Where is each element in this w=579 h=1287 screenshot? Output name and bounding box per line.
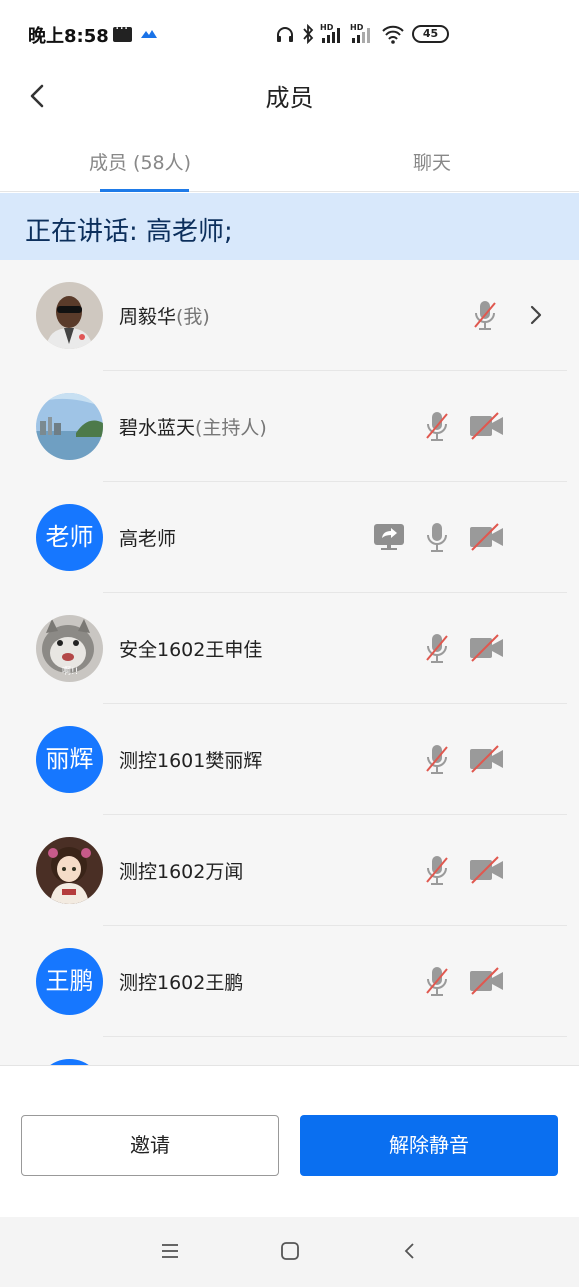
system-navigation-bar (0, 1217, 579, 1287)
headphones-icon (277, 27, 293, 42)
avatar: 王鹏 (36, 948, 103, 1015)
camera-off-icon[interactable] (468, 409, 504, 443)
camera-off-icon[interactable] (468, 853, 504, 887)
chevron-right-icon[interactable] (525, 302, 547, 328)
member-name: 高老师 (119, 528, 177, 550)
member-list[interactable]: 周毅华(我) 碧水蓝天(主持人) 老师 高老师 啊!! 安全1602王申佳 丽辉… (0, 260, 579, 1065)
avatar (36, 393, 103, 460)
svg-text:HD: HD (350, 23, 364, 32)
avatar (36, 837, 103, 904)
message-icon (113, 21, 132, 42)
member-name: 测控1601樊丽辉 (119, 750, 263, 772)
invite-button[interactable]: 邀请 (21, 1115, 279, 1176)
speaking-text: 正在讲话: 高老师; (25, 217, 233, 247)
camera-off-icon[interactable] (468, 964, 504, 998)
svg-text:HD: HD (320, 23, 334, 32)
menu-icon[interactable] (160, 1241, 180, 1261)
bottom-action-bar: 邀请 解除静音 (0, 1065, 579, 1217)
mic-muted-icon[interactable] (419, 742, 455, 776)
status-bar: 晚上8:58 HD HD 45 (0, 0, 579, 68)
bluetooth-icon (303, 24, 314, 44)
home-icon[interactable] (280, 1241, 300, 1261)
member-row[interactable]: 啊!! 安全1602王申佳 (0, 593, 579, 704)
wifi-icon (382, 25, 404, 44)
camera-off-icon[interactable] (468, 742, 504, 776)
avatar-caption: 啊!! (62, 667, 79, 677)
back-icon[interactable] (400, 1241, 420, 1261)
member-name: 测控1602王鹏 (119, 972, 244, 994)
member-row[interactable]: 周毅华(我) (0, 260, 579, 371)
avatar: 老师 (36, 504, 103, 571)
mic-muted-icon[interactable] (419, 853, 455, 887)
member-row[interactable]: 老师 高老师 (0, 482, 579, 593)
avatar: 丽辉 (36, 726, 103, 793)
mic-muted-icon[interactable] (419, 631, 455, 665)
hd-signal-icon: HD (320, 23, 340, 43)
avatar: 啊!! (36, 615, 103, 682)
member-row[interactable]: 丽辉 测控1601樊丽辉 (0, 704, 579, 815)
tab-chat[interactable]: 聊天 (413, 148, 451, 175)
active-tab-indicator (100, 189, 189, 192)
mic-muted-icon[interactable] (467, 298, 503, 332)
unmute-button[interactable]: 解除静音 (300, 1115, 558, 1176)
mic-muted-icon[interactable] (419, 409, 455, 443)
avatar (36, 282, 103, 349)
hd-signal-icon: HD (350, 23, 370, 43)
camera-off-icon[interactable] (468, 631, 504, 665)
battery-icon: 45 (412, 25, 449, 43)
member-row[interactable]: 碧水蓝天(主持人) (0, 371, 579, 482)
mic-muted-icon[interactable] (419, 964, 455, 998)
tab-bar: 成员 (58人) 聊天 (0, 130, 579, 192)
member-row[interactable] (0, 1037, 579, 1065)
screen-share-icon[interactable] (371, 520, 407, 554)
tab-members[interactable]: 成员 (58人) (89, 148, 191, 175)
speaking-banner: 正在讲话: 高老师; (0, 193, 579, 260)
member-row[interactable]: 王鹏 测控1602王鹏 (0, 926, 579, 1037)
member-name: 安全1602王申佳 (119, 639, 263, 661)
member-row[interactable]: 测控1602万闻 (0, 815, 579, 926)
camera-off-icon[interactable] (468, 520, 504, 554)
page-title: 成员 (265, 84, 314, 112)
app-icon (141, 30, 157, 38)
status-time: 晚上8:58 (28, 26, 109, 47)
member-name: 周毅华(我) (119, 306, 210, 328)
mic-icon[interactable] (419, 520, 455, 554)
nav-bar: 成员 (0, 68, 579, 124)
member-name: 测控1602万闻 (119, 861, 244, 883)
member-name: 碧水蓝天(主持人) (119, 417, 267, 439)
